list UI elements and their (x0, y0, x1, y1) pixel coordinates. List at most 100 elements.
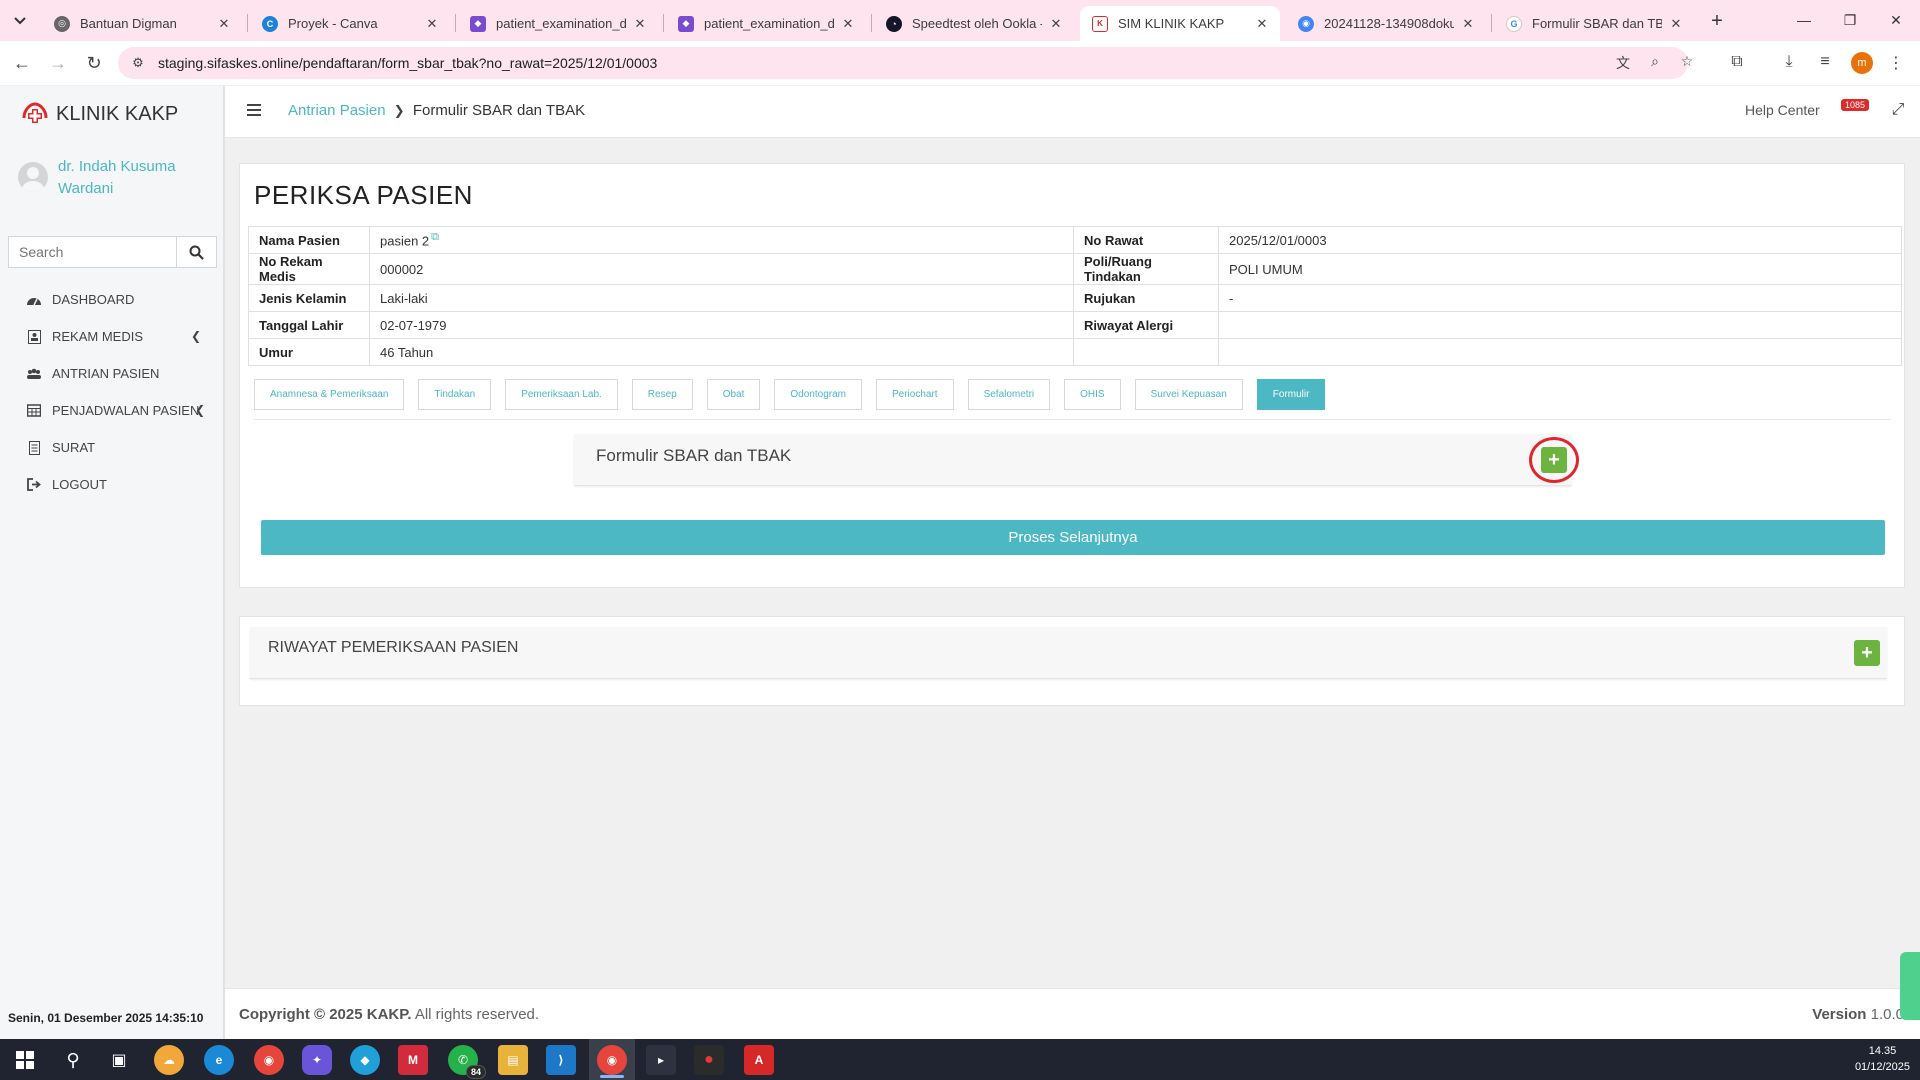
chrome-icon[interactable]: ◉ (254, 1045, 284, 1075)
download-icon[interactable]: ⤓ (1778, 53, 1800, 75)
brand[interactable]: KLINIK KAKP (20, 100, 178, 128)
table-value (1218, 338, 1902, 366)
close-icon[interactable]: ✕ (1668, 16, 1684, 32)
taskbar-clock[interactable]: 14.35 01/12/2025 (1855, 1043, 1910, 1075)
whatsapp-icon[interactable]: ✆ 84 (448, 1045, 486, 1079)
address-bar[interactable]: ⚙ staging.sifaskes.online/pendaftaran/fo… (118, 47, 1693, 79)
terminal-icon[interactable]: ▸ (646, 1045, 676, 1075)
browser-tab[interactable]: ◆ patient_examination_data ✕ (458, 6, 658, 41)
minimize-button[interactable]: — (1784, 8, 1824, 32)
table-value (1218, 311, 1902, 339)
tab-resep[interactable]: Resep (631, 379, 693, 410)
notification-badge: 1085 (1841, 99, 1870, 111)
tab-tindakan[interactable]: Tindakan (418, 379, 492, 410)
zoom-icon[interactable]: ⌕ (1644, 53, 1666, 73)
tab-periochart[interactable]: Periochart (875, 379, 954, 410)
sidebar-item-surat[interactable]: SURAT (0, 429, 223, 466)
add-form-button[interactable]: + (1541, 447, 1567, 473)
sidebar: KLINIK KAKP dr. Indah Kusuma Wardani DAS… (0, 86, 225, 1039)
breadcrumb-separator-icon: ❯ (393, 103, 405, 118)
search-icon[interactable]: ⚲ (58, 1045, 88, 1075)
tab-sefalometri[interactable]: Sefalometri (967, 379, 1051, 410)
add-riwayat-button[interactable]: + (1854, 640, 1880, 666)
browser-tab[interactable]: G Formulir SBAR dan TBAK ✕ (1494, 6, 1694, 41)
site-info-icon[interactable]: ⚙ (130, 55, 146, 71)
translate-icon[interactable]: 文 (1612, 53, 1634, 73)
mendeley-icon[interactable]: M (398, 1045, 428, 1075)
forward-arrow-icon[interactable]: → (46, 51, 70, 75)
tab-odontogram[interactable]: Odontogram (774, 379, 862, 410)
sidebar-item-rekam-medis[interactable]: REKAM MEDIS ❮ (0, 318, 223, 355)
recorder-icon[interactable]: ● (694, 1045, 724, 1075)
sidebar-item-label: REKAM MEDIS (52, 329, 144, 344)
browser-tab[interactable]: C Proyek - Canva ✕ (250, 6, 450, 41)
profile-avatar[interactable]: m (1851, 52, 1873, 74)
back-arrow-icon[interactable]: ← (10, 51, 34, 75)
version-label: Version (1812, 1006, 1867, 1023)
browser-tab-active[interactable]: K SIM KLINIK KAKP ✕ (1080, 6, 1280, 41)
sidebar-item-logout[interactable]: LOGOUT (0, 466, 223, 503)
tab-obat[interactable]: Obat (706, 379, 761, 410)
extensions-icon[interactable]: ⧉ (1726, 53, 1748, 75)
side-widget-tab[interactable] (1900, 952, 1920, 1020)
app-icon[interactable]: ◆ (350, 1045, 380, 1075)
help-center-link[interactable]: Help Center (1745, 102, 1820, 118)
hamburger-menu-icon[interactable] (247, 104, 261, 118)
close-window-button[interactable]: ✕ (1876, 8, 1916, 32)
browser-tab[interactable]: ◆ patient_examination_data ✕ (666, 6, 866, 41)
fullscreen-icon[interactable]: ⤢ (1889, 101, 1907, 119)
file-explorer-icon[interactable]: ▤ (498, 1045, 528, 1075)
edge-icon[interactable]: e (204, 1045, 234, 1075)
search-button[interactable] (176, 237, 216, 267)
user-name[interactable]: dr. Indah Kusuma Wardani (58, 156, 218, 200)
app-footer: Copyright © 2025 KAKP. All rights reserv… (225, 988, 1920, 1039)
close-icon[interactable]: ✕ (216, 16, 232, 32)
close-icon[interactable]: ✕ (632, 16, 648, 32)
queue-icon (26, 366, 42, 382)
browser-tab[interactable]: ◉ 20241128-134908dokume ✕ (1286, 6, 1486, 41)
browser-tab[interactable]: ◎ Bantuan Digman ✕ (42, 6, 242, 41)
sidebar-item-penjadwalan-pasien[interactable]: PENJADWALAN PASIEN ❮ (0, 392, 223, 429)
close-icon[interactable]: ✕ (1460, 16, 1476, 32)
media-icon[interactable]: ≡ (1814, 53, 1836, 75)
new-tab-button[interactable]: + (1703, 8, 1731, 34)
close-icon[interactable]: ✕ (1048, 16, 1064, 32)
more-menu-icon[interactable]: ⋮ (1885, 53, 1907, 75)
reload-icon[interactable]: ↻ (82, 51, 106, 75)
external-link-icon[interactable]: ⧉ (431, 231, 439, 243)
tab-separator (1491, 14, 1492, 32)
tab-anamnesa[interactable]: Anamnesa & Pemeriksaan (254, 379, 405, 410)
task-view-icon[interactable]: ▣ (104, 1045, 134, 1075)
search-icon (189, 245, 204, 260)
widgets-icon[interactable]: ☁ (154, 1045, 184, 1075)
notification-button[interactable]: 1085 (1835, 99, 1871, 125)
breadcrumb-link[interactable]: Antrian Pasien (288, 102, 386, 119)
form-box-title: Formulir SBAR dan TBAK (596, 446, 792, 465)
tab-search-dropdown-icon[interactable] (8, 10, 32, 32)
sidebar-item-dashboard[interactable]: DASHBOARD (0, 281, 223, 318)
globe-icon: ◎ (54, 15, 70, 32)
active-indicator (600, 1075, 624, 1078)
close-icon[interactable]: ✕ (424, 16, 440, 32)
tab-pemeriksaan-lab[interactable]: Pemeriksaan Lab. (505, 379, 618, 410)
riwayat-title: RIWAYAT PEMERIKSAAN PASIEN (268, 639, 519, 656)
browser-tab[interactable]: ◔ Speedtest oleh Ookla - Uji ✕ (874, 6, 1074, 41)
restore-button[interactable]: ❐ (1830, 8, 1870, 32)
vscode-icon[interactable]: ⟩ (546, 1045, 576, 1075)
bookmark-star-icon[interactable]: ☆ (1676, 53, 1698, 73)
close-icon[interactable]: ✕ (840, 16, 856, 32)
tab-ohis[interactable]: OHIS (1064, 379, 1121, 410)
windows-start-icon[interactable] (10, 1045, 40, 1075)
tab-survei-kepuasan[interactable]: Survei Kepuasan (1134, 379, 1243, 410)
proses-selanjutnya-button[interactable]: Proses Selanjutnya (261, 520, 1885, 555)
speedtest-icon: ◔ (886, 15, 902, 32)
main-content: PERIKSA PASIEN Nama Pasien pasien 2 ⧉ No … (225, 138, 1920, 988)
copilot-icon[interactable]: ✦ (302, 1045, 332, 1075)
search-input[interactable] (9, 237, 177, 267)
close-icon[interactable]: ✕ (1254, 16, 1270, 32)
pdf-reader-icon[interactable]: A (744, 1045, 774, 1075)
chrome-active-icon[interactable]: ◉ (597, 1045, 627, 1075)
tab-formulir[interactable]: Formulir (1256, 379, 1326, 410)
tabs-divider (254, 419, 1891, 420)
sidebar-item-antrian-pasien[interactable]: ANTRIAN PASIEN (0, 355, 223, 392)
